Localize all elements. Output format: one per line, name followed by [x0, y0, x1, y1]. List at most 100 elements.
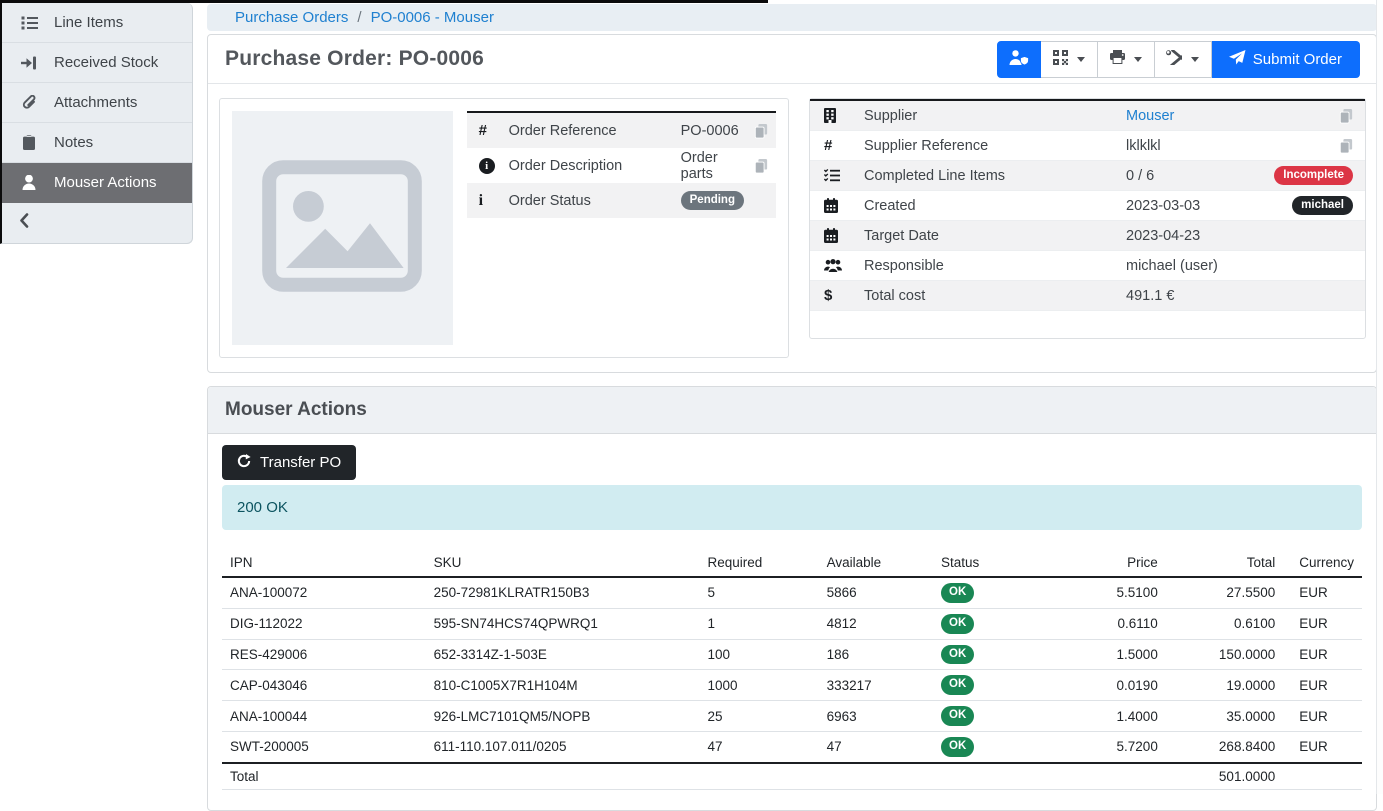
- cell-currency: EUR: [1283, 701, 1362, 732]
- cell-currency: EUR: [1283, 577, 1362, 608]
- cell-sku: 595-SN74HCS74QPWRQ1: [426, 608, 700, 639]
- ok-badge: OK: [941, 583, 974, 603]
- cell-price: 1.5000: [1040, 639, 1166, 670]
- copy-icon[interactable]: [754, 158, 768, 174]
- users-icon: [824, 259, 864, 272]
- ok-badge: OK: [941, 737, 974, 757]
- sidebar-item-attachments[interactable]: Attachments: [2, 83, 192, 123]
- empty-detail-row: [810, 311, 1365, 338]
- cell-currency: EUR: [1283, 608, 1362, 639]
- list-check-icon: [824, 169, 864, 182]
- ok-badge: OK: [941, 645, 974, 665]
- detail-value: michael (user): [1126, 258, 1243, 274]
- detail-label: Created: [864, 198, 1126, 214]
- clipboard-icon: [17, 135, 41, 150]
- list-ol-icon: [17, 16, 41, 30]
- barcode-actions-button[interactable]: [1041, 41, 1098, 78]
- detail-row-responsible: Responsible michael (user): [810, 251, 1365, 281]
- mouser-actions-panel: Mouser Actions Transfer PO 200 OK IPN SK…: [207, 386, 1377, 811]
- col-available: Available: [819, 549, 933, 577]
- detail-value: 2023-03-03: [1126, 198, 1243, 214]
- cell-total: 268.8400: [1166, 731, 1283, 762]
- cell-currency: EUR: [1283, 639, 1362, 670]
- detail-label: Supplier Reference: [864, 138, 1126, 154]
- hash-icon: [824, 137, 864, 154]
- cell-available: 47: [819, 731, 933, 762]
- tools-icon: [1166, 50, 1182, 69]
- detail-value: Order parts: [681, 150, 744, 182]
- cell-total: 27.5500: [1166, 577, 1283, 608]
- ok-badge: OK: [941, 675, 974, 695]
- sidebar-item-label: Mouser Actions: [54, 174, 157, 191]
- cell-sku: 250-72981KLRATR150B3: [426, 577, 700, 608]
- copy-icon[interactable]: [1339, 138, 1353, 154]
- user-badge: michael: [1292, 196, 1353, 216]
- cell-ipn: ANA-100044: [222, 701, 426, 732]
- caret-down-icon: [1191, 57, 1199, 62]
- cell-required: 5: [699, 577, 818, 608]
- cell-total: 19.0000: [1166, 670, 1283, 701]
- detail-value: 0 / 6: [1126, 168, 1243, 184]
- copy-icon[interactable]: [754, 123, 768, 139]
- cell-price: 0.6110: [1040, 608, 1166, 639]
- detail-row-supplier: Supplier Mouser: [810, 101, 1365, 131]
- detail-row-supplier-reference: Supplier Reference lklklkl: [810, 131, 1365, 161]
- order-actions-button[interactable]: [1155, 41, 1212, 78]
- admin-user-shield-button[interactable]: [997, 41, 1041, 78]
- detail-row-order-reference: Order Reference PO-0006: [467, 113, 776, 148]
- detail-value: 491.1 €: [1126, 288, 1243, 304]
- col-required: Required: [699, 549, 818, 577]
- copy-icon[interactable]: [1339, 108, 1353, 124]
- detail-value: 2023-04-23: [1126, 228, 1243, 244]
- sidebar-item-received-stock[interactable]: Received Stock: [2, 43, 192, 83]
- sidebar-item-mouser-actions[interactable]: Mouser Actions: [2, 163, 192, 203]
- cell-available: 6963: [819, 701, 933, 732]
- breadcrumb-link-purchase-orders[interactable]: Purchase Orders: [235, 9, 348, 26]
- detail-row-order-description: Order Description Order parts: [467, 148, 776, 183]
- supplier-details-card: Supplier Mouser Supplier Reference lklkl…: [809, 98, 1366, 339]
- detail-label: Order Reference: [509, 123, 681, 139]
- status-badge: Pending: [681, 191, 744, 211]
- cell-available: 333217: [819, 670, 933, 701]
- breadcrumb: Purchase Orders / PO-0006 - Mouser: [207, 4, 1377, 31]
- cell-sku: 810-C1005X7R1H104M: [426, 670, 700, 701]
- col-status: Status: [933, 549, 1040, 577]
- sidebar: Line Items Received Stock Attachments No…: [0, 3, 193, 244]
- detail-row-created: Created 2023-03-03 michael: [810, 191, 1365, 221]
- qrcode-icon: [1053, 50, 1068, 69]
- transfer-po-button[interactable]: Transfer PO: [222, 445, 356, 480]
- print-actions-button[interactable]: [1098, 41, 1155, 78]
- cell-total: 150.0000: [1166, 639, 1283, 670]
- table-header-row: IPN SKU Required Available Status Price …: [222, 549, 1362, 577]
- cell-available: 186: [819, 639, 933, 670]
- sidebar-collapse-button[interactable]: [2, 203, 192, 243]
- breadcrumb-link-current[interactable]: PO-0006 - Mouser: [371, 9, 494, 26]
- order-image-placeholder[interactable]: [232, 111, 453, 345]
- col-total: Total: [1166, 549, 1283, 577]
- sign-in-icon: [17, 56, 41, 70]
- submit-order-button[interactable]: Submit Order: [1212, 41, 1360, 78]
- user-icon: [17, 175, 41, 190]
- printer-icon: [1110, 50, 1125, 68]
- sidebar-item-line-items[interactable]: Line Items: [2, 3, 192, 43]
- transfer-po-label: Transfer PO: [260, 454, 341, 471]
- dollar-icon: [824, 287, 864, 304]
- detail-row-target-date: Target Date 2023-04-23: [810, 221, 1365, 251]
- ok-badge: OK: [941, 614, 974, 634]
- image-placeholder-icon: [258, 156, 426, 301]
- cell-sku: 611-110.107.011/0205: [426, 731, 700, 762]
- paper-plane-icon: [1229, 50, 1246, 69]
- cell-total: 0.6100: [1166, 608, 1283, 639]
- supplier-link[interactable]: Mouser: [1126, 108, 1174, 124]
- cell-required: 1: [699, 608, 818, 639]
- cell-sku: 926-LMC7101QM5/NOPB: [426, 701, 700, 732]
- cell-total: 35.0000: [1166, 701, 1283, 732]
- sidebar-item-notes[interactable]: Notes: [2, 123, 192, 163]
- detail-label: Supplier: [864, 108, 1126, 124]
- page-scrollbar[interactable]: [1376, 0, 1383, 794]
- main-content: Purchase Orders / PO-0006 - Mouser Purch…: [207, 4, 1377, 811]
- sidebar-item-label: Attachments: [54, 94, 137, 111]
- cell-currency: EUR: [1283, 731, 1362, 762]
- detail-label: Total cost: [864, 288, 1126, 304]
- caret-down-icon: [1134, 57, 1142, 62]
